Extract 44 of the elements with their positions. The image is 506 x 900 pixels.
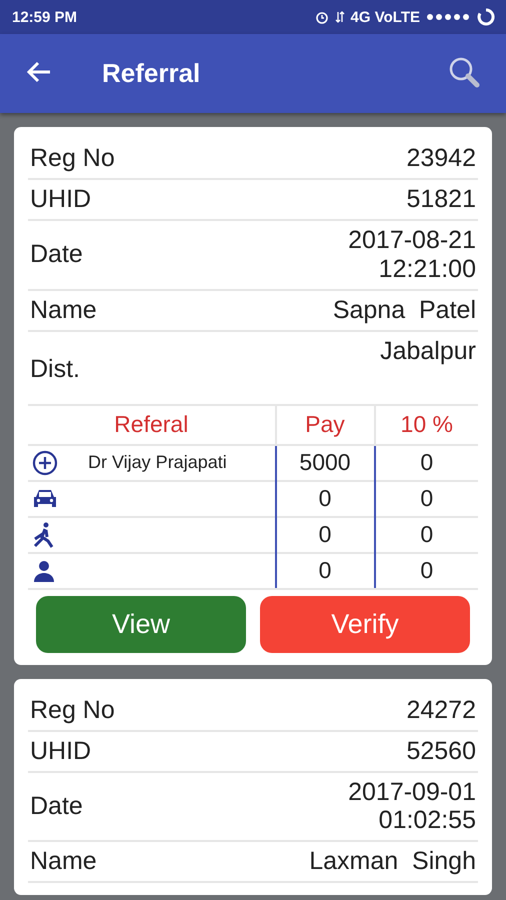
field-label: Name (30, 847, 97, 876)
field-label: UHID (30, 736, 92, 766)
verify-button[interactable]: Verify (260, 596, 470, 652)
percent-cell: 0 (374, 552, 478, 588)
field-label: Reg No (30, 144, 115, 173)
data-arrows-icon (334, 10, 345, 24)
field-value: 2017-08-21 (348, 226, 476, 255)
signal-icon (426, 13, 470, 21)
network-label: 4G VoLTE (350, 8, 420, 26)
field-value: 51821 (406, 185, 476, 214)
field-value: Laxman Singh (309, 847, 476, 876)
column-header: Referal (28, 404, 276, 444)
field-label: UHID (30, 185, 92, 214)
pay-cell: 5000 (276, 444, 374, 480)
field-value: 01:02:55 (378, 806, 476, 835)
plus-circle-icon (32, 450, 58, 476)
field-label: Name (30, 296, 97, 324)
field-label: Date (30, 240, 83, 270)
battery-icon (476, 7, 496, 27)
percent-cell: 0 (374, 444, 478, 480)
view-button[interactable]: View (36, 596, 246, 652)
pay-cell: 0 (276, 552, 374, 588)
status-time: 12:59 PM (12, 8, 78, 26)
field-label: Dist. (30, 354, 80, 384)
percent-cell: 0 (374, 480, 478, 516)
field-label: Reg No (30, 696, 115, 724)
screen-title: Referral (102, 58, 202, 89)
field-value: 12:21:00 (378, 254, 476, 284)
walking-person-icon (32, 522, 56, 548)
pay-cell: 0 (276, 516, 374, 552)
person-icon (32, 558, 56, 582)
alarm-icon (314, 10, 329, 24)
field-value: 2017-09-01 (348, 778, 476, 806)
field-value: 52560 (406, 736, 476, 766)
field-value: 24272 (406, 696, 476, 724)
column-header: 10 % (374, 404, 478, 444)
referrer-name: Dr Vijay Prajapati (88, 452, 227, 473)
column-header: Pay (276, 404, 374, 444)
field-label: Date (30, 792, 83, 821)
field-value: 23942 (406, 144, 476, 173)
pay-cell: 0 (276, 480, 374, 516)
field-value: Sapna Patel (332, 296, 476, 324)
percent-cell: 0 (374, 516, 478, 552)
field-value: Jabalpur (380, 336, 476, 366)
